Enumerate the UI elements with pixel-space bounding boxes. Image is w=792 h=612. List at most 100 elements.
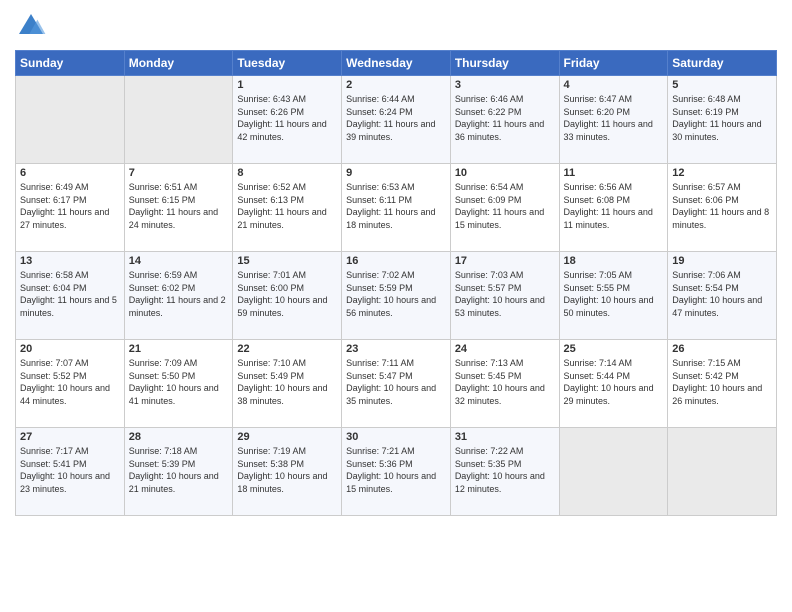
day-number: 21 (129, 343, 229, 355)
day-cell: 16 Sunrise: 7:02 AM Sunset: 5:59 PM Dayli… (342, 252, 451, 340)
day-cell: 15 Sunrise: 7:01 AM Sunset: 6:00 PM Dayli… (233, 252, 342, 340)
day-cell: 25Sunrise: 7:14 AM Sunset: 5:44 PM Dayli… (559, 340, 668, 428)
day-cell: 10 Sunrise: 6:54 AM Sunset: 6:09 PM Dayli… (450, 164, 559, 252)
day-cell: 17Sunrise: 7:03 AM Sunset: 5:57 PM Dayli… (450, 252, 559, 340)
day-cell: 6 Sunrise: 6:49 AM Sunset: 6:17 PM Daylig… (16, 164, 125, 252)
day-info: Sunrise: 6:59 AM Sunset: 6:02 PM Dayligh… (129, 269, 229, 319)
day-number: 6 (20, 167, 120, 179)
day-number: 28 (129, 431, 229, 443)
day-number: 16 (346, 255, 446, 267)
day-info: Sunrise: 6:46 AM Sunset: 6:22 PM Dayligh… (455, 93, 555, 143)
week-row-2: 6 Sunrise: 6:49 AM Sunset: 6:17 PM Daylig… (16, 164, 777, 252)
day-cell: 19 Sunrise: 7:06 AM Sunset: 5:54 PM Dayli… (668, 252, 777, 340)
day-cell: 4 Sunrise: 6:47 AM Sunset: 6:20 PM Daylig… (559, 76, 668, 164)
day-info: Sunrise: 6:44 AM Sunset: 6:24 PM Dayligh… (346, 93, 446, 143)
logo (15, 10, 51, 42)
weekday-header-sunday: Sunday (16, 51, 125, 76)
day-number: 10 (455, 167, 555, 179)
day-cell: 24 Sunrise: 7:13 AM Sunset: 5:45 PM Dayli… (450, 340, 559, 428)
day-number: 17 (455, 255, 555, 267)
day-info: Sunrise: 7:15 AM Sunset: 5:42 PM Dayligh… (672, 357, 772, 407)
weekday-header-saturday: Saturday (668, 51, 777, 76)
day-cell (559, 428, 668, 516)
day-info: Sunrise: 7:07 AM Sunset: 5:52 PM Dayligh… (20, 357, 120, 407)
day-cell: 11 Sunrise: 6:56 AM Sunset: 6:08 PM Dayli… (559, 164, 668, 252)
day-number: 7 (129, 167, 229, 179)
day-cell (16, 76, 125, 164)
day-info: Sunrise: 7:13 AM Sunset: 5:45 PM Dayligh… (455, 357, 555, 407)
day-number: 23 (346, 343, 446, 355)
day-info: Sunrise: 7:11 AM Sunset: 5:47 PM Dayligh… (346, 357, 446, 407)
day-number: 12 (672, 167, 772, 179)
day-number: 24 (455, 343, 555, 355)
day-number: 2 (346, 79, 446, 91)
day-info: Sunrise: 7:10 AM Sunset: 5:49 PM Dayligh… (237, 357, 337, 407)
day-number: 15 (237, 255, 337, 267)
day-number: 30 (346, 431, 446, 443)
day-cell: 8Sunrise: 6:52 AM Sunset: 6:13 PM Daylig… (233, 164, 342, 252)
day-info: Sunrise: 7:09 AM Sunset: 5:50 PM Dayligh… (129, 357, 229, 407)
day-number: 27 (20, 431, 120, 443)
week-row-3: 13 Sunrise: 6:58 AM Sunset: 6:04 PM Dayli… (16, 252, 777, 340)
day-cell: 14Sunrise: 6:59 AM Sunset: 6:02 PM Dayli… (124, 252, 233, 340)
week-row-5: 27 Sunrise: 7:17 AM Sunset: 5:41 PM Dayli… (16, 428, 777, 516)
day-info: Sunrise: 7:17 AM Sunset: 5:41 PM Dayligh… (20, 445, 120, 495)
header (15, 10, 777, 42)
day-cell: 22 Sunrise: 7:10 AM Sunset: 5:49 PM Dayli… (233, 340, 342, 428)
day-cell: 1Sunrise: 6:43 AM Sunset: 6:26 PM Daylig… (233, 76, 342, 164)
weekday-header-friday: Friday (559, 51, 668, 76)
day-info: Sunrise: 6:51 AM Sunset: 6:15 PM Dayligh… (129, 181, 229, 231)
day-info: Sunrise: 6:57 AM Sunset: 6:06 PM Dayligh… (672, 181, 772, 231)
day-number: 13 (20, 255, 120, 267)
weekday-header-tuesday: Tuesday (233, 51, 342, 76)
day-info: Sunrise: 6:48 AM Sunset: 6:19 PM Dayligh… (672, 93, 772, 143)
day-info: Sunrise: 7:01 AM Sunset: 6:00 PM Dayligh… (237, 269, 337, 319)
day-cell: 26 Sunrise: 7:15 AM Sunset: 5:42 PM Dayli… (668, 340, 777, 428)
weekday-header-thursday: Thursday (450, 51, 559, 76)
day-number: 29 (237, 431, 337, 443)
day-number: 19 (672, 255, 772, 267)
day-cell: 27 Sunrise: 7:17 AM Sunset: 5:41 PM Dayli… (16, 428, 125, 516)
day-number: 18 (564, 255, 664, 267)
page: SundayMondayTuesdayWednesdayThursdayFrid… (0, 0, 792, 612)
day-info: Sunrise: 6:47 AM Sunset: 6:20 PM Dayligh… (564, 93, 664, 143)
day-info: Sunrise: 6:53 AM Sunset: 6:11 PM Dayligh… (346, 181, 446, 231)
calendar-table: SundayMondayTuesdayWednesdayThursdayFrid… (15, 50, 777, 516)
day-cell (124, 76, 233, 164)
week-row-1: 1Sunrise: 6:43 AM Sunset: 6:26 PM Daylig… (16, 76, 777, 164)
day-number: 20 (20, 343, 120, 355)
day-cell: 20 Sunrise: 7:07 AM Sunset: 5:52 PM Dayli… (16, 340, 125, 428)
day-number: 5 (672, 79, 772, 91)
day-number: 4 (564, 79, 664, 91)
day-info: Sunrise: 6:58 AM Sunset: 6:04 PM Dayligh… (20, 269, 120, 319)
day-info: Sunrise: 6:56 AM Sunset: 6:08 PM Dayligh… (564, 181, 664, 231)
weekday-header-row: SundayMondayTuesdayWednesdayThursdayFrid… (16, 51, 777, 76)
day-number: 22 (237, 343, 337, 355)
day-cell: 5 Sunrise: 6:48 AM Sunset: 6:19 PM Daylig… (668, 76, 777, 164)
day-info: Sunrise: 6:49 AM Sunset: 6:17 PM Dayligh… (20, 181, 120, 231)
logo-icon (15, 10, 47, 42)
day-info: Sunrise: 7:06 AM Sunset: 5:54 PM Dayligh… (672, 269, 772, 319)
day-cell: 9 Sunrise: 6:53 AM Sunset: 6:11 PM Daylig… (342, 164, 451, 252)
day-info: Sunrise: 6:43 AM Sunset: 6:26 PM Dayligh… (237, 93, 337, 143)
weekday-header-monday: Monday (124, 51, 233, 76)
day-number: 3 (455, 79, 555, 91)
day-info: Sunrise: 6:54 AM Sunset: 6:09 PM Dayligh… (455, 181, 555, 231)
day-info: Sunrise: 7:21 AM Sunset: 5:36 PM Dayligh… (346, 445, 446, 495)
day-info: Sunrise: 7:22 AM Sunset: 5:35 PM Dayligh… (455, 445, 555, 495)
day-cell: 28 Sunrise: 7:18 AM Sunset: 5:39 PM Dayli… (124, 428, 233, 516)
day-number: 11 (564, 167, 664, 179)
day-info: Sunrise: 6:52 AM Sunset: 6:13 PM Dayligh… (237, 181, 337, 231)
day-number: 9 (346, 167, 446, 179)
day-cell: 31 Sunrise: 7:22 AM Sunset: 5:35 PM Dayli… (450, 428, 559, 516)
day-cell: 7 Sunrise: 6:51 AM Sunset: 6:15 PM Daylig… (124, 164, 233, 252)
day-number: 25 (564, 343, 664, 355)
day-number: 31 (455, 431, 555, 443)
day-cell: 23 Sunrise: 7:11 AM Sunset: 5:47 PM Dayli… (342, 340, 451, 428)
day-cell: 21 Sunrise: 7:09 AM Sunset: 5:50 PM Dayli… (124, 340, 233, 428)
day-info: Sunrise: 7:02 AM Sunset: 5:59 PM Dayligh… (346, 269, 446, 319)
day-number: 26 (672, 343, 772, 355)
day-cell (668, 428, 777, 516)
day-info: Sunrise: 7:18 AM Sunset: 5:39 PM Dayligh… (129, 445, 229, 495)
week-row-4: 20 Sunrise: 7:07 AM Sunset: 5:52 PM Dayli… (16, 340, 777, 428)
